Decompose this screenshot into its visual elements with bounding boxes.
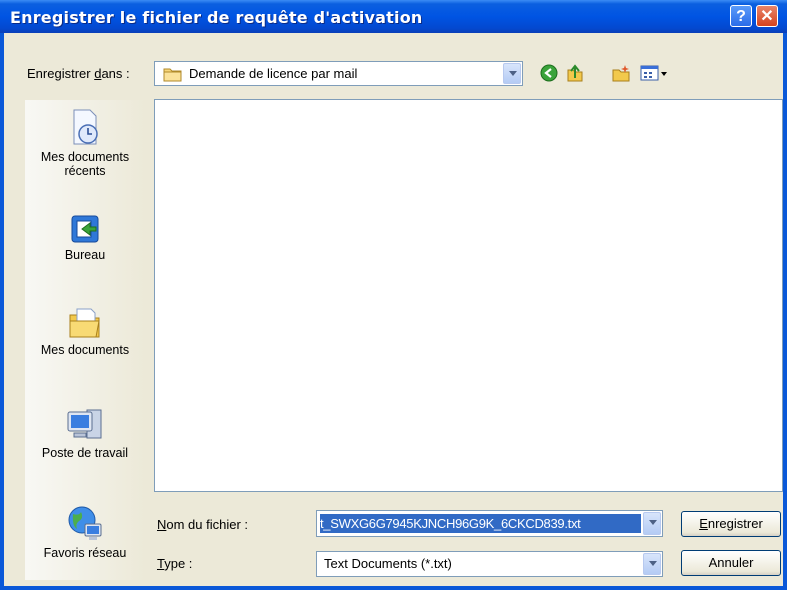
place-label: Favoris réseau xyxy=(43,546,127,560)
filename-input[interactable]: t_SWXG6G7945KJNCH96G9K_6CKCD839.txt xyxy=(316,510,663,537)
help-button[interactable]: ? xyxy=(730,5,752,27)
place-label: Bureau xyxy=(64,248,106,262)
filename-label: Nom du fichier : xyxy=(157,517,249,532)
desktop-icon xyxy=(71,215,99,243)
current-folder-value: Demande de licence par mail xyxy=(189,66,358,81)
place-label: Mes documents xyxy=(40,150,130,164)
file-type-value: Text Documents (*.txt) xyxy=(324,556,452,571)
folder-icon xyxy=(163,68,182,82)
cancel-button[interactable]: Annuler xyxy=(681,550,781,576)
back-icon[interactable] xyxy=(540,64,558,82)
chevron-down-icon[interactable] xyxy=(503,63,521,84)
new-folder-icon[interactable] xyxy=(612,64,630,82)
place-recent-documents[interactable]: Mes documents récents xyxy=(25,108,145,178)
save-button[interactable]: Enregistrer xyxy=(681,511,781,537)
close-button[interactable]: ✕ xyxy=(756,5,778,27)
network-places-icon xyxy=(68,506,102,540)
file-list[interactable] xyxy=(154,99,783,492)
place-label: Mes documents xyxy=(40,343,130,357)
title-bar[interactable]: Enregistrer le fichier de requête d'acti… xyxy=(0,0,787,33)
places-bar: Mes documents récents Bureau Mes documen… xyxy=(25,100,145,580)
chevron-down-icon[interactable] xyxy=(643,512,661,535)
up-folder-icon[interactable] xyxy=(566,64,584,82)
filename-value: t_SWXG6G7945KJNCH96G9K_6CKCD839.txt xyxy=(320,514,641,533)
place-my-computer[interactable]: Poste de travail xyxy=(25,406,145,460)
recent-documents-icon xyxy=(73,109,98,145)
place-my-documents[interactable]: Mes documents xyxy=(25,305,145,357)
chevron-down-icon[interactable] xyxy=(643,553,661,575)
place-network[interactable]: Favoris réseau xyxy=(25,504,145,560)
view-menu-icon[interactable] xyxy=(640,64,668,82)
my-documents-icon xyxy=(69,308,100,338)
place-label: Poste de travail xyxy=(41,446,129,460)
place-label-line2: récents xyxy=(64,164,106,178)
place-desktop[interactable]: Bureau xyxy=(25,212,145,262)
file-type-label: Type : xyxy=(157,556,193,571)
window-title: Enregistrer le fichier de requête d'acti… xyxy=(10,8,423,27)
save-in-dropdown[interactable]: Demande de licence par mail xyxy=(154,61,523,86)
file-type-dropdown[interactable]: Text Documents (*.txt) xyxy=(316,551,663,577)
save-in-label: Enregistrer dans : xyxy=(27,66,130,81)
my-computer-icon xyxy=(67,409,102,439)
